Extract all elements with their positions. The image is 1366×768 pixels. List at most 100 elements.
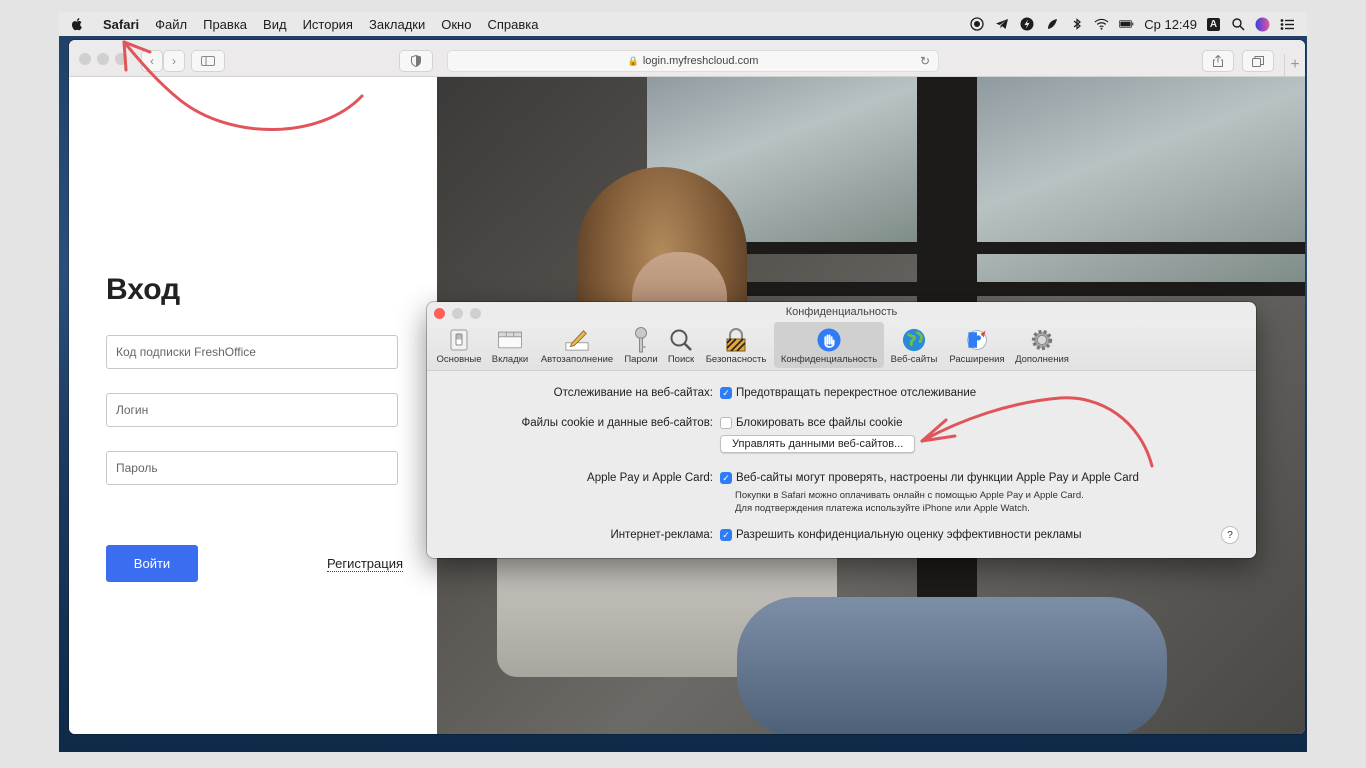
- key-icon: [629, 327, 653, 353]
- shield-icon: [411, 55, 421, 67]
- login-title: Вход: [106, 273, 181, 306]
- cookies-option: Блокировать все файлы cookie: [736, 417, 903, 429]
- manage-website-data-button[interactable]: Управлять данными веб-сайтов...: [720, 435, 916, 453]
- back-button[interactable]: ‹: [141, 50, 163, 72]
- bolt-icon[interactable]: [1019, 17, 1034, 32]
- menu-help[interactable]: Справка: [479, 17, 546, 32]
- tabs-overview-icon: [1252, 55, 1264, 67]
- tab-autofill[interactable]: Автозаполнение: [536, 322, 618, 368]
- tab-privacy[interactable]: Конфиденциальность: [774, 322, 884, 368]
- menu-history[interactable]: История: [295, 17, 361, 32]
- menu-view[interactable]: Вид: [255, 17, 295, 32]
- applepay-checkbox[interactable]: ✓: [720, 472, 732, 484]
- gear-icon: [1030, 328, 1054, 352]
- tab-label: Конфиденциальность: [780, 354, 878, 365]
- tab-general[interactable]: Основные: [434, 322, 484, 368]
- record-icon[interactable]: [969, 17, 984, 32]
- password-input[interactable]: [106, 451, 398, 485]
- tab-overview-button[interactable]: [1242, 50, 1274, 72]
- login-input[interactable]: [106, 393, 398, 427]
- tab-extensions[interactable]: Расширения: [945, 322, 1009, 368]
- hand-icon: [817, 328, 841, 352]
- privacy-preferences-window: Конфиденциальность Основные Вкладки Авто…: [427, 302, 1256, 558]
- ads-checkbox[interactable]: ✓: [720, 529, 732, 541]
- applepay-note-1: Покупки в Safari можно оплачивать онлайн…: [735, 490, 1084, 501]
- menu-clock[interactable]: Ср 12:49: [1144, 17, 1197, 32]
- address-bar[interactable]: 🔒 login.myfreshcloud.com ↻: [447, 50, 939, 72]
- window-close-button[interactable]: [79, 53, 91, 65]
- puzzle-icon: [965, 328, 989, 352]
- help-button[interactable]: ?: [1221, 526, 1239, 544]
- tracking-checkbox-row[interactable]: ✓ Предотвращать перекрестное отслеживани…: [720, 387, 976, 399]
- lock-icon: 🔒: [627, 55, 639, 66]
- tab-search[interactable]: Поиск: [664, 322, 698, 368]
- new-tab-button[interactable]: +: [1284, 54, 1305, 76]
- wifi-icon[interactable]: [1094, 17, 1109, 32]
- ads-checkbox-row[interactable]: ✓ Разрешить конфиденциальную оценку эффе…: [720, 529, 1081, 541]
- share-icon: [1213, 55, 1223, 67]
- sidebar-icon: [201, 56, 215, 66]
- control-center-icon[interactable]: [1280, 17, 1295, 32]
- tab-label: Основные: [436, 354, 482, 365]
- pencil-icon: [565, 328, 589, 352]
- siri-icon[interactable]: [1255, 17, 1270, 32]
- applepay-note-2: Для подтверждения платежа используйте iP…: [735, 503, 1030, 514]
- menu-extras: Ср 12:49 A: [969, 17, 1307, 32]
- menu-bookmarks[interactable]: Закладки: [361, 17, 433, 32]
- block-cookies-checkbox[interactable]: [720, 417, 732, 429]
- sidebar-button[interactable]: [191, 50, 225, 72]
- menu-file[interactable]: Файл: [147, 17, 195, 32]
- input-source-icon[interactable]: A: [1207, 17, 1220, 31]
- window-minimize-button[interactable]: [97, 53, 109, 65]
- tab-security[interactable]: Безопасность: [701, 322, 771, 368]
- chevron-right-icon: ›: [172, 54, 176, 68]
- browser-toolbar: ‹ › 🔒 login.myfreshcloud.com ↻ +: [69, 40, 1305, 77]
- tab-label: Пароли: [624, 354, 658, 365]
- tabs-icon: [498, 328, 522, 352]
- login-button[interactable]: Войти: [106, 545, 198, 582]
- ads-option: Разрешить конфиденциальную оценку эффект…: [736, 529, 1082, 541]
- tab-label: Автозаполнение: [540, 354, 614, 365]
- menu-edit[interactable]: Правка: [195, 17, 255, 32]
- applepay-label: Apple Pay и Apple Card:: [587, 472, 713, 484]
- globe-icon: [902, 328, 926, 352]
- applepay-checkbox-row[interactable]: ✓ Веб-сайты могут проверять, настроены л…: [720, 472, 1139, 484]
- tab-label: Веб-сайты: [890, 354, 938, 365]
- menu-bar: Safari Файл Правка Вид История Закладки …: [59, 12, 1307, 36]
- tab-websites[interactable]: Веб-сайты: [886, 322, 942, 368]
- telegram-icon[interactable]: [994, 17, 1009, 32]
- share-button[interactable]: [1202, 50, 1234, 72]
- menu-app-safari[interactable]: Safari: [95, 17, 147, 32]
- login-panel: Вход Войти Регистрация: [69, 77, 437, 734]
- url-text: login.myfreshcloud.com: [642, 55, 759, 67]
- window-zoom-button[interactable]: [115, 53, 127, 65]
- plus-icon: +: [1290, 56, 1300, 73]
- subscription-code-input[interactable]: [106, 335, 398, 369]
- spotlight-icon[interactable]: [1230, 17, 1245, 32]
- chevron-left-icon: ‹: [150, 54, 154, 68]
- cookies-checkbox-row[interactable]: Блокировать все файлы cookie: [720, 417, 903, 429]
- tracking-checkbox[interactable]: ✓: [720, 387, 732, 399]
- tab-tabs[interactable]: Вкладки: [488, 322, 532, 368]
- bluetooth-icon[interactable]: [1069, 17, 1084, 32]
- tab-label: Вкладки: [491, 354, 529, 365]
- prefs-toolbar: Основные Вкладки Автозаполнение Пароли П…: [427, 320, 1256, 371]
- tab-passwords[interactable]: Пароли: [621, 322, 661, 368]
- person-jeans: [737, 597, 1167, 734]
- ads-label: Интернет-реклама:: [610, 529, 713, 541]
- lock-icon: [724, 328, 748, 352]
- window-glass-right: [977, 77, 1305, 287]
- reload-icon[interactable]: ↻: [920, 54, 930, 68]
- privacy-report-button[interactable]: [399, 50, 433, 72]
- tab-advanced[interactable]: Дополнения: [1012, 322, 1072, 368]
- forward-button[interactable]: ›: [163, 50, 185, 72]
- register-link[interactable]: Регистрация: [327, 556, 403, 572]
- menu-window[interactable]: Окно: [433, 17, 479, 32]
- battery-icon[interactable]: [1119, 17, 1134, 32]
- cookies-label: Файлы cookie и данные веб-сайтов:: [521, 417, 713, 429]
- tab-label: Безопасность: [705, 354, 767, 365]
- apple-logo-icon[interactable]: [69, 16, 85, 32]
- leaf-icon[interactable]: [1044, 17, 1059, 32]
- privacy-settings-body: Отслеживание на веб-сайтах: ✓ Предотвращ…: [427, 371, 1256, 558]
- tab-label: Поиск: [667, 354, 695, 365]
